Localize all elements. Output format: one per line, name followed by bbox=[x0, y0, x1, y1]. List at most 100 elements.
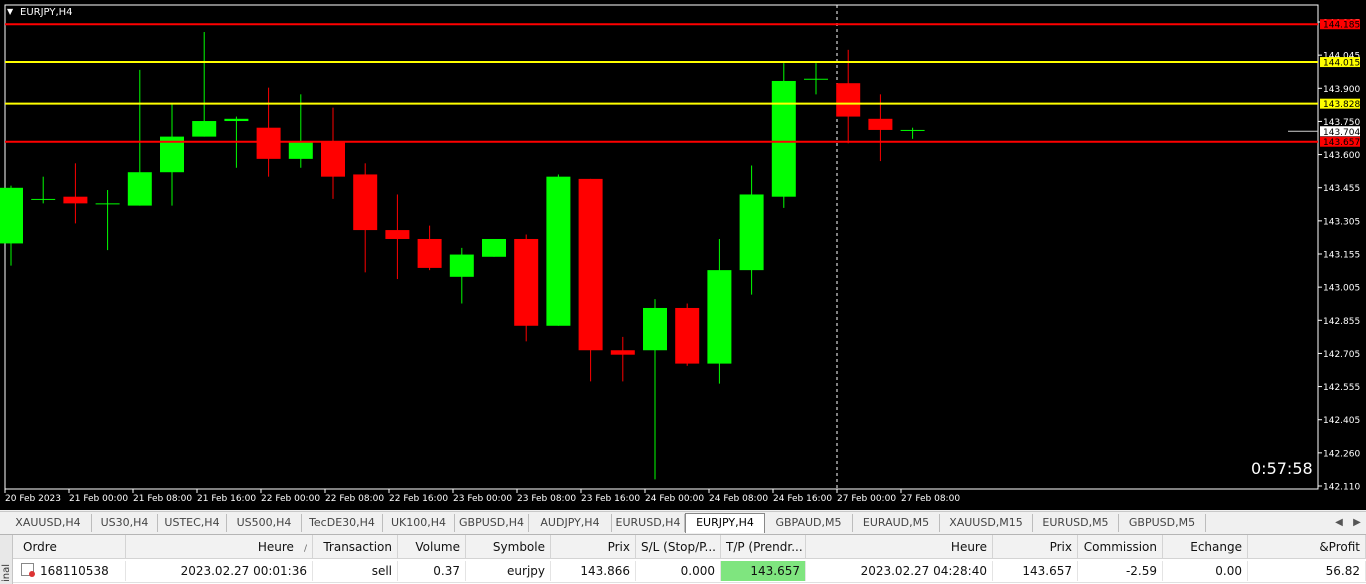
tab-xauusd-m15[interactable]: XAUUSD,M15 bbox=[940, 514, 1033, 532]
column-header-label: Symbole bbox=[492, 540, 545, 554]
row-cell-symbol: eurjpy bbox=[466, 561, 551, 581]
candle-bear bbox=[256, 127, 281, 159]
column-header-commission[interactable]: Commission bbox=[1078, 535, 1163, 559]
tab-xauusd-h4[interactable]: XAUUSD,H4 bbox=[5, 514, 92, 532]
x-tick-label: 27 Feb 00:00 bbox=[837, 494, 896, 504]
y-tick-label: 142.260 bbox=[1323, 449, 1360, 459]
tab-euraud-m5[interactable]: EURAUD,M5 bbox=[853, 514, 940, 532]
candle-bear bbox=[610, 350, 635, 355]
column-header-price[interactable]: Prix bbox=[551, 535, 636, 559]
candlestick-chart-svg: 144.195144.045143.900143.750143.600143.4… bbox=[0, 4, 1360, 504]
x-tick-label: 21 Feb 16:00 bbox=[197, 494, 256, 504]
candle-bull bbox=[546, 176, 571, 326]
tab-us500-h4[interactable]: US500,H4 bbox=[227, 514, 302, 532]
candle-bull bbox=[900, 129, 925, 131]
row-cell-transaction: sell bbox=[313, 561, 398, 581]
candle-bull bbox=[31, 198, 56, 200]
candle-bull bbox=[739, 194, 764, 271]
tabs-scroll-right-icon[interactable]: ▶ bbox=[1351, 514, 1363, 532]
column-header-swap[interactable]: Echange bbox=[1163, 535, 1248, 559]
row-cell-profit: 56.82 bbox=[1248, 561, 1366, 581]
column-header-close-time[interactable]: Heure bbox=[806, 535, 993, 559]
tab-eurusd-h4[interactable]: EURUSD,H4 bbox=[612, 514, 685, 532]
tab-uk100-h4[interactable]: UK100,H4 bbox=[383, 514, 455, 532]
row-cell-value: 168110538 bbox=[40, 564, 109, 578]
column-header-label: Volume bbox=[415, 540, 460, 554]
order-sell-dot-icon bbox=[29, 571, 35, 577]
trade-terminal: inal Ordre 168110538 Heure / 2023.02.27 00:0… bbox=[0, 534, 1366, 584]
candle-bear bbox=[675, 307, 700, 364]
column-header-order[interactable]: Ordre bbox=[13, 535, 126, 559]
row-cell-value: 0.00 bbox=[1215, 564, 1242, 578]
x-tick-label: 22 Feb 00:00 bbox=[261, 494, 320, 504]
column-header-profit[interactable]: &Profit bbox=[1248, 535, 1366, 559]
row-cell-value: 143.657 bbox=[750, 564, 800, 578]
tab-gbpusd-h4[interactable]: GBPUSD,H4 bbox=[455, 514, 529, 532]
candle-bear bbox=[868, 118, 893, 130]
y-tick-label: 142.705 bbox=[1323, 350, 1360, 360]
column-header-stop-loss[interactable]: S/L (Stop/P... bbox=[636, 535, 721, 559]
row-cell-value: eurjpy bbox=[507, 564, 545, 578]
column-header-label: Transaction bbox=[323, 540, 392, 554]
row-cell-value: sell bbox=[371, 564, 392, 578]
candle-bull bbox=[192, 121, 217, 137]
row-cell-value: 143.866 bbox=[580, 564, 630, 578]
row-cell-order: 168110538 bbox=[13, 561, 126, 581]
column-header-transaction[interactable]: Transaction bbox=[313, 535, 398, 559]
row-cell-value: 0.37 bbox=[433, 564, 460, 578]
y-tick-label: 143.600 bbox=[1323, 151, 1360, 161]
x-tick-label: 20 Feb 2023 bbox=[5, 494, 61, 504]
column-header-take-profit[interactable]: T/P (Prendr... bbox=[721, 535, 806, 559]
price-line-label: 144.185 bbox=[1323, 21, 1360, 31]
tab-audjpy-h4[interactable]: AUDJPY,H4 bbox=[529, 514, 612, 532]
tab-gbpaud-m5[interactable]: GBPAUD,M5 bbox=[765, 514, 853, 532]
x-tick-label: 27 Feb 08:00 bbox=[901, 494, 960, 504]
chart-symbol-title: EURJPY,H4 bbox=[20, 7, 73, 18]
row-cell-value: -2.59 bbox=[1125, 564, 1157, 578]
tab-eurjpy-h4[interactable]: EURJPY,H4 bbox=[685, 513, 765, 533]
column-header-label: Heure bbox=[257, 540, 294, 554]
row-cell-value: 2023.02.27 04:28:40 bbox=[860, 564, 987, 578]
row-cell-close-time: 2023.02.27 04:28:40 bbox=[806, 561, 993, 581]
column-header-label: T/P (Prendr... bbox=[726, 540, 803, 554]
candle-bear bbox=[385, 230, 410, 239]
y-tick-label: 143.305 bbox=[1323, 217, 1360, 227]
candle-bull bbox=[771, 80, 796, 197]
price-line-label: 144.015 bbox=[1323, 59, 1360, 69]
y-tick-label: 143.900 bbox=[1323, 85, 1360, 95]
y-tick-label: 143.005 bbox=[1323, 284, 1360, 294]
row-cell-close-price: 143.657 bbox=[993, 561, 1078, 581]
tabs-scroll-left-icon[interactable]: ◀ bbox=[1333, 514, 1345, 532]
candle-bull bbox=[804, 78, 828, 80]
column-header-volume[interactable]: Volume bbox=[398, 535, 466, 559]
y-tick-label: 143.155 bbox=[1323, 251, 1360, 261]
candle-bear bbox=[836, 83, 861, 117]
candle-bear bbox=[63, 196, 88, 204]
y-tick-label: 142.855 bbox=[1323, 317, 1360, 327]
tab-eurusd-m5[interactable]: EURUSD,M5 bbox=[1033, 514, 1119, 532]
x-tick-label: 22 Feb 08:00 bbox=[325, 494, 384, 504]
chart-menu-arrow-icon[interactable]: ▼ bbox=[7, 7, 13, 16]
row-cell-volume: 0.37 bbox=[398, 561, 466, 581]
tab-ustec-h4[interactable]: USTEC,H4 bbox=[158, 514, 227, 532]
tab-gbpusd-m5[interactable]: GBPUSD,M5 bbox=[1119, 514, 1206, 532]
chart-tabs-bar: XAUUSD,H4 US30,H4 USTEC,H4 US500,H4 TecDE30,… bbox=[0, 511, 1366, 534]
column-header-symbol[interactable]: Symbole bbox=[466, 535, 551, 559]
candle-bull bbox=[0, 187, 23, 244]
column-header-label: S/L (Stop/P... bbox=[641, 540, 716, 554]
tab-tecde30-h4[interactable]: TecDE30,H4 bbox=[302, 514, 383, 532]
column-header-label: Commission bbox=[1083, 540, 1157, 554]
column-header-close-price[interactable]: Prix bbox=[993, 535, 1078, 559]
column-header-time[interactable]: Heure / bbox=[126, 535, 313, 559]
tab-us30-h4[interactable]: US30,H4 bbox=[92, 514, 158, 532]
y-tick-label: 142.110 bbox=[1323, 483, 1360, 493]
candle-countdown-timer: 0:57:58 bbox=[1251, 459, 1313, 478]
row-cell-swap: 0.00 bbox=[1163, 561, 1248, 581]
price-chart[interactable]: 144.195144.045143.900143.750143.600143.4… bbox=[0, 0, 1366, 510]
x-tick-label: 21 Feb 00:00 bbox=[69, 494, 128, 504]
candle-bull bbox=[449, 254, 474, 277]
candle-bear bbox=[321, 141, 345, 177]
candle-bull bbox=[643, 307, 667, 351]
row-cell-commission: -2.59 bbox=[1078, 561, 1163, 581]
x-tick-label: 22 Feb 16:00 bbox=[389, 494, 448, 504]
